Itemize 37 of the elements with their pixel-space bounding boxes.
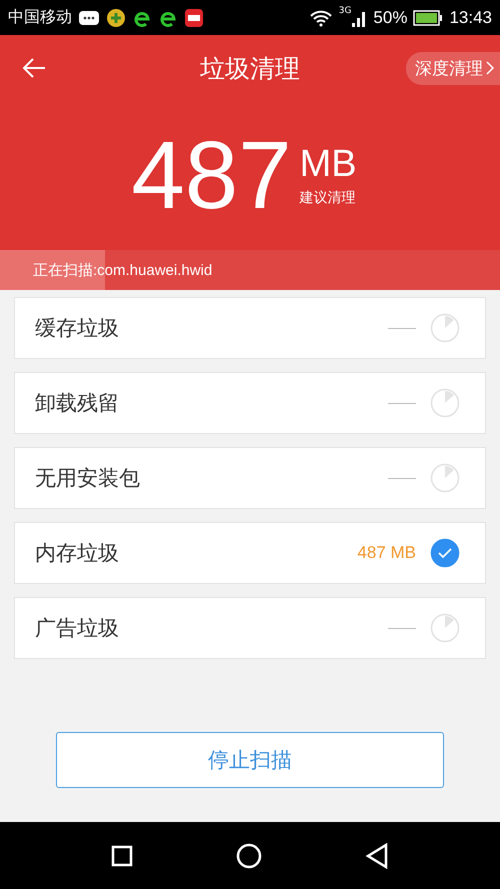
category-label: 内存垃圾 [35,540,120,567]
network-type: 3G [338,6,352,16]
junk-category-item[interactable]: 卸载残留 [14,372,486,434]
junk-category-item[interactable]: 缓存垃圾 [14,297,486,359]
wifi-icon [308,8,333,26]
category-size: 487 MB [357,543,416,563]
carrier-name: 中国移动 [8,7,72,28]
junk-category-item[interactable]: 无用安装包 [14,447,486,509]
clock: 13:43 [449,8,492,28]
junk-category-item[interactable]: 内存垃圾 487 MB [14,522,486,584]
checkbox[interactable] [430,538,460,568]
chevron-right-icon [486,61,494,75]
loading-spinner-icon [430,388,460,418]
junk-amount: 487 [131,128,292,224]
battery-percent: 50% [373,8,408,28]
loading-spinner-icon [430,463,460,493]
junk-category-item[interactable]: 广告垃圾 [14,597,486,659]
recent-apps-icon[interactable] [111,844,134,866]
dash-icon [388,402,416,404]
news-app-icon [184,8,204,28]
page-title: 垃圾清理 [199,52,301,84]
category-label: 卸载残留 [35,390,120,417]
loading-spinner-icon [430,313,460,343]
back-arrow-icon[interactable] [22,58,46,78]
back-icon[interactable] [364,842,389,868]
amount-unit: MB [300,144,357,182]
home-icon[interactable] [236,842,262,868]
category-label: 广告垃圾 [35,615,120,642]
category-label: 无用安装包 [35,465,141,492]
scan-status: 正在扫描:com.huawei.hwid [32,260,212,280]
battery-icon [413,10,444,26]
message-icon [78,10,100,26]
deep-clean-button[interactable]: 深度清理 [406,52,500,84]
loading-spinner-icon [430,613,460,643]
suggestion-text: 建议清理 [300,188,357,206]
category-label: 缓存垃圾 [35,315,120,342]
plus-circle-icon [106,8,126,28]
